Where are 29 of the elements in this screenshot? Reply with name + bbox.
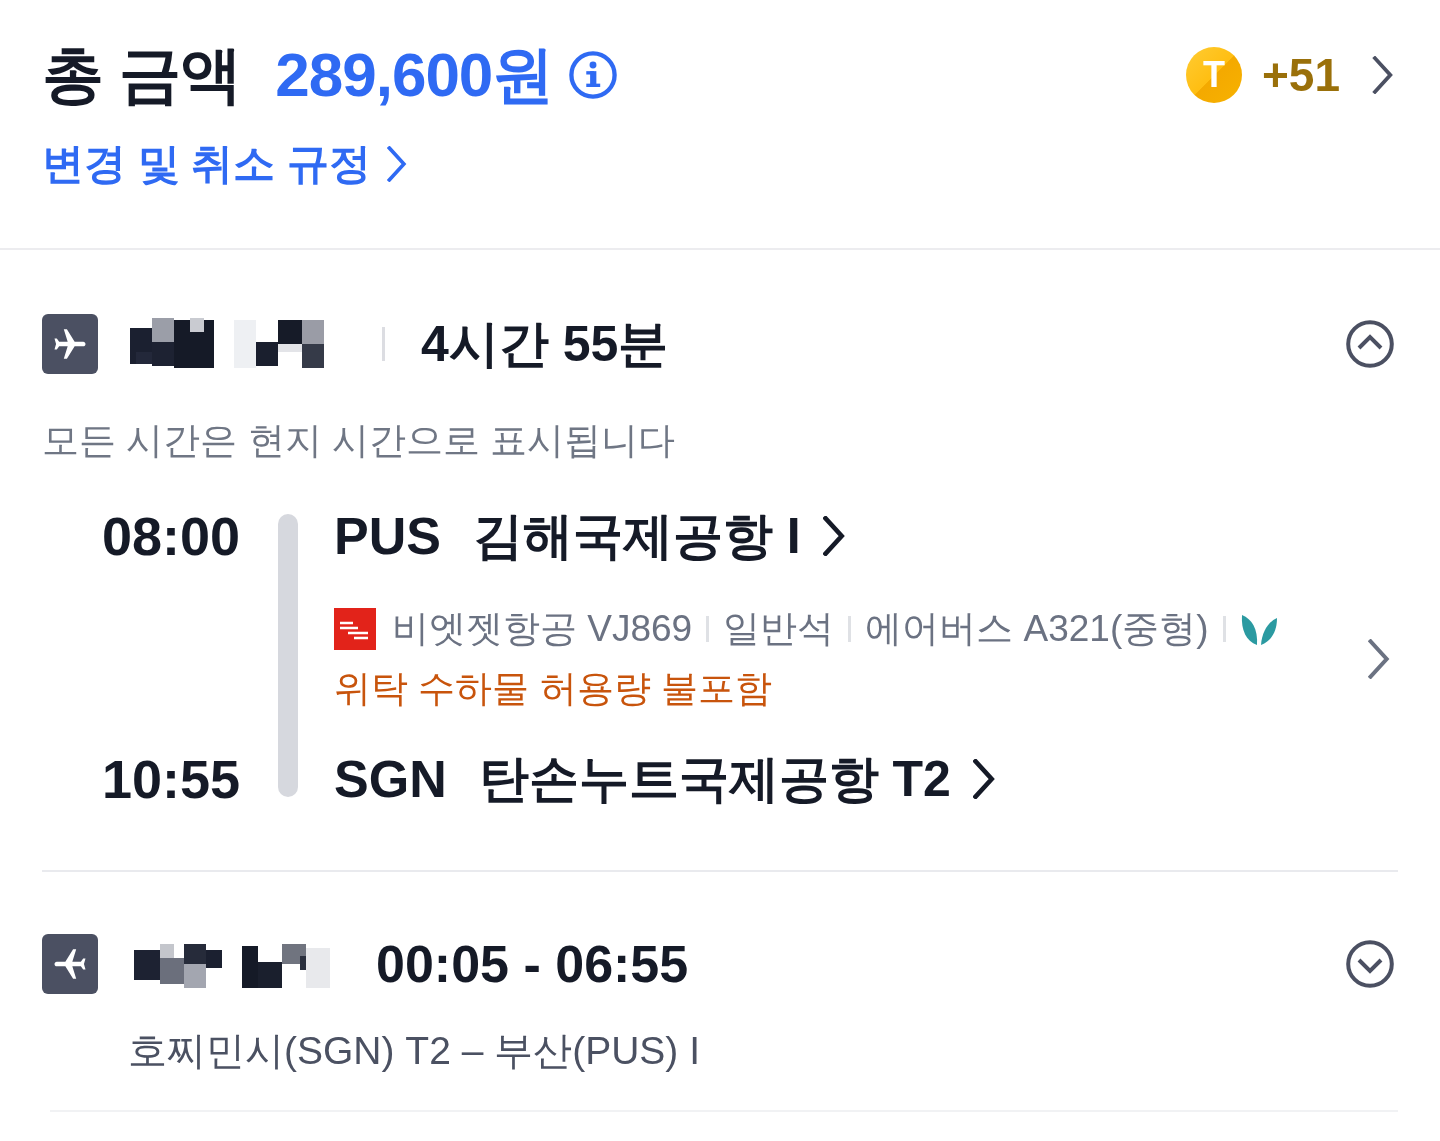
points-amount[interactable]: +51 (1261, 47, 1340, 103)
airline-flight: 비엣젯항공 VJ869 (392, 607, 693, 651)
time-zone-note: 모든 시간은 현지 시간으로 표시됩니다 (42, 419, 677, 463)
flight-route: 호찌민시(SGN) T2 – 부산(PUS) I (127, 1028, 702, 1074)
flight-duration: 4시간 55분 (421, 315, 669, 374)
chevron-right-icon[interactable] (1372, 56, 1394, 94)
chevron-right-icon[interactable] (972, 759, 995, 799)
airline-logo-icon (334, 608, 376, 650)
collapse-icon[interactable] (1346, 320, 1394, 368)
points-coin: T (1185, 47, 1242, 103)
arrival-time: 10:55 (100, 749, 240, 809)
info-icon[interactable] (569, 51, 618, 99)
airport-code: SGN (334, 749, 447, 809)
cabin-class: 일반석 (723, 607, 835, 651)
airplane-icon (42, 314, 98, 374)
expand-icon[interactable] (1346, 940, 1394, 988)
chevron-right-icon[interactable] (822, 516, 845, 556)
baggage-notice: 위탁 수하물 허용량 불포함 (334, 667, 773, 711)
departure-time: 08:00 (100, 506, 240, 566)
flight-times: 00:05 - 06:55 (376, 934, 689, 994)
policy-link[interactable]: 변경 및 취소 규정 (42, 136, 407, 192)
leaf-icon (1239, 613, 1278, 645)
total-label: 총 금액 (42, 40, 242, 110)
airplane-icon (42, 934, 98, 994)
airport-link[interactable]: 김해국제공항 I (472, 506, 845, 566)
airport-code: PUS (334, 506, 441, 566)
total-amount: 289,600원 (275, 40, 554, 110)
airport-link[interactable]: 탄손누트국제공항 T2 (478, 749, 995, 809)
aircraft-type: 에어버스 A321(중형) (865, 607, 1209, 651)
